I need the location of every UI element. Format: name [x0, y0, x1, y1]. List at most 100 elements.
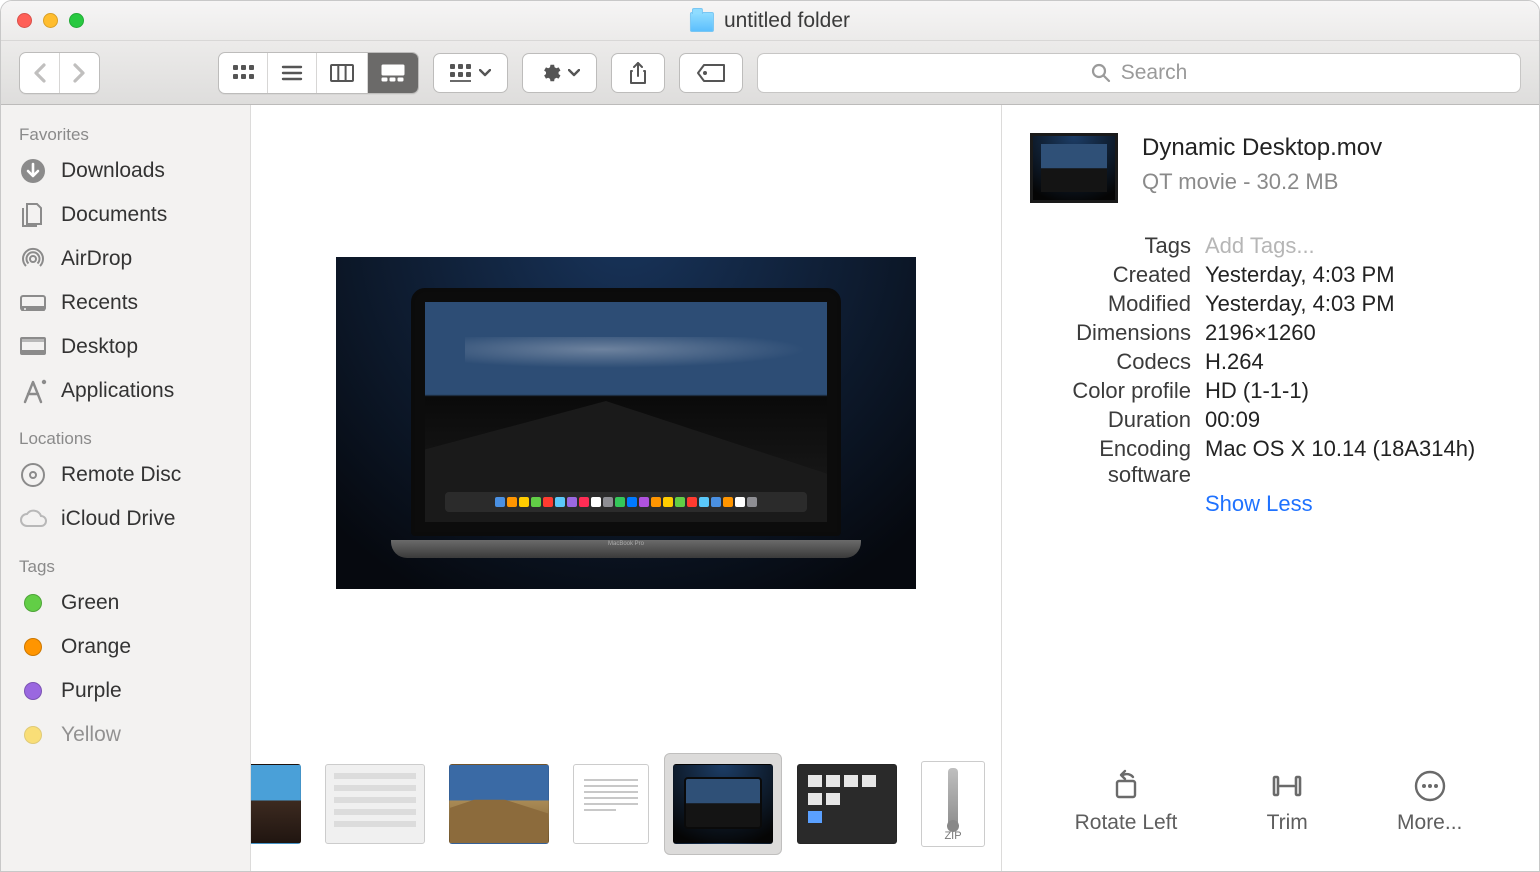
tags-button[interactable] — [679, 53, 743, 93]
info-thumbnail — [1030, 133, 1118, 203]
sidebar: Favorites Downloads Documents AirDrop Re… — [1, 105, 251, 871]
share-button[interactable] — [611, 53, 665, 93]
sidebar-item-applications[interactable]: Applications — [1, 369, 250, 413]
file-kind-size: QT movie - 30.2 MB — [1142, 169, 1507, 195]
laptop-illustration — [411, 288, 841, 558]
file-name: Dynamic Desktop.mov — [1142, 133, 1507, 163]
sidebar-tag-orange[interactable]: Orange — [1, 625, 250, 669]
search-placeholder: Search — [1121, 61, 1188, 85]
window-title: untitled folder — [724, 9, 850, 33]
sidebar-item-label: Applications — [61, 379, 174, 403]
sidebar-item-label: Purple — [61, 679, 122, 703]
sidebar-item-recents[interactable]: Recents — [1, 281, 250, 325]
sidebar-item-label: AirDrop — [61, 247, 132, 271]
sidebar-item-label: iCloud Drive — [61, 507, 175, 531]
view-list-button[interactable] — [268, 53, 317, 93]
tag-icon — [696, 63, 726, 83]
sidebar-item-documents[interactable]: Documents — [1, 193, 250, 237]
view-gallery-button[interactable] — [368, 53, 418, 93]
file-properties: TagsAdd Tags... CreatedYesterday, 4:03 P… — [1030, 233, 1507, 520]
thumbnail-item[interactable] — [573, 764, 649, 844]
nav-back-forward — [19, 52, 100, 94]
disc-icon — [19, 461, 47, 489]
cloud-icon — [19, 505, 47, 533]
folder-icon — [690, 12, 714, 32]
rotate-left-action[interactable]: Rotate Left — [1075, 769, 1178, 835]
prop-value: Yesterday, 4:03 PM — [1205, 262, 1507, 288]
sidebar-group-tags: Tags — [1, 551, 250, 581]
prop-label: Color profile — [1030, 378, 1205, 404]
gear-icon — [539, 62, 561, 84]
sidebar-item-label: Remote Disc — [61, 463, 181, 487]
info-header: Dynamic Desktop.mov QT movie - 30.2 MB — [1030, 133, 1507, 203]
titlebar: untitled folder — [1, 1, 1539, 41]
thumbnail-item[interactable] — [251, 764, 301, 844]
quick-actions: Rotate Left Trim More... — [1030, 745, 1507, 871]
prop-value: 00:09 — [1205, 407, 1507, 433]
view-icons-button[interactable] — [219, 53, 268, 93]
info-panel: Dynamic Desktop.mov QT movie - 30.2 MB T… — [1001, 105, 1539, 871]
view-switcher — [218, 52, 419, 94]
search-field[interactable]: Search — [757, 53, 1521, 93]
thumbnail-item[interactable]: ZIP — [921, 761, 985, 847]
prop-value: Yesterday, 4:03 PM — [1205, 291, 1507, 317]
sidebar-item-label: Yellow — [61, 723, 121, 747]
show-less-link[interactable]: Show Less — [1205, 491, 1313, 516]
chevron-down-icon — [568, 69, 580, 77]
prop-value: H.264 — [1205, 349, 1507, 375]
thumbnail-strip[interactable]: ZIP — [251, 741, 1001, 871]
search-field-wrapper: Search — [757, 53, 1521, 93]
sidebar-tag-yellow[interactable]: Yellow — [1, 713, 250, 757]
action-label: More... — [1397, 811, 1462, 835]
trim-icon — [1270, 769, 1304, 803]
back-button[interactable] — [20, 53, 60, 93]
thumbnail-item-selected[interactable] — [673, 764, 773, 844]
forward-button[interactable] — [60, 53, 99, 93]
maximize-button[interactable] — [69, 13, 84, 28]
chevron-down-icon — [479, 69, 491, 77]
main-area: ZIP — [251, 105, 1001, 871]
toolbar: Search — [1, 41, 1539, 105]
desktop-icon — [19, 333, 47, 361]
sidebar-item-label: Green — [61, 591, 119, 615]
thumbnail-item[interactable] — [797, 764, 897, 844]
minimize-button[interactable] — [43, 13, 58, 28]
sidebar-item-downloads[interactable]: Downloads — [1, 149, 250, 193]
rotate-left-icon — [1109, 769, 1143, 803]
sidebar-item-label: Documents — [61, 203, 167, 227]
traffic-lights — [1, 13, 84, 28]
thumbnail-item[interactable] — [325, 764, 425, 844]
prop-label: Modified — [1030, 291, 1205, 317]
search-icon — [1091, 63, 1111, 83]
sidebar-item-label: Desktop — [61, 335, 138, 359]
thumbnail-item[interactable] — [449, 764, 549, 844]
more-action[interactable]: More... — [1397, 769, 1462, 835]
download-circle-icon — [19, 157, 47, 185]
tag-dot-icon — [19, 677, 47, 705]
sidebar-tag-green[interactable]: Green — [1, 581, 250, 625]
sidebar-tag-purple[interactable]: Purple — [1, 669, 250, 713]
add-tags-field[interactable]: Add Tags... — [1205, 233, 1507, 259]
documents-icon — [19, 201, 47, 229]
airdrop-icon — [19, 245, 47, 273]
trim-action[interactable]: Trim — [1267, 769, 1308, 835]
action-label: Rotate Left — [1075, 811, 1178, 835]
close-button[interactable] — [17, 13, 32, 28]
prop-label: Encoding software — [1030, 436, 1205, 488]
prop-value: 2196×1260 — [1205, 320, 1507, 346]
sidebar-item-desktop[interactable]: Desktop — [1, 325, 250, 369]
group-by-button[interactable] — [433, 53, 508, 93]
preview-content — [336, 257, 916, 589]
view-columns-button[interactable] — [317, 53, 368, 93]
action-label: Trim — [1267, 811, 1308, 835]
sidebar-item-remote-disc[interactable]: Remote Disc — [1, 453, 250, 497]
tag-dot-icon — [19, 589, 47, 617]
sidebar-item-label: Orange — [61, 635, 131, 659]
group-by-icon — [450, 64, 472, 82]
more-icon — [1413, 769, 1447, 803]
sidebar-item-icloud-drive[interactable]: iCloud Drive — [1, 497, 250, 541]
prop-value: Mac OS X 10.14 (18A314h) — [1205, 436, 1507, 462]
recents-icon — [19, 289, 47, 317]
sidebar-item-airdrop[interactable]: AirDrop — [1, 237, 250, 281]
action-menu-button[interactable] — [522, 53, 597, 93]
